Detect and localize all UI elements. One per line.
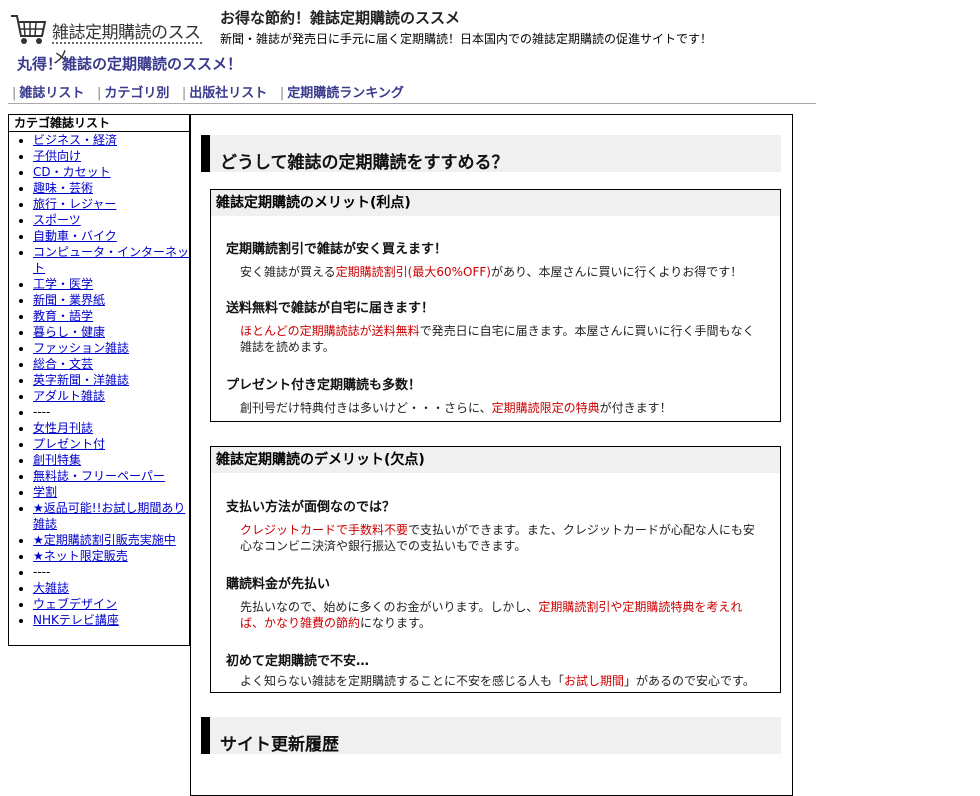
category-list-item: ウェブデザイン (33, 596, 189, 612)
category-list-item: 子供向け (33, 148, 189, 164)
sidebar-heading: カテゴ雑誌リスト (9, 115, 189, 132)
category-link[interactable]: 無料誌・フリーペーパー (33, 469, 165, 483)
category-list-item: 趣味・芸術 (33, 180, 189, 196)
category-list-item: 総合・文芸 (33, 356, 189, 372)
category-list-item: 教育・語学 (33, 308, 189, 324)
category-link[interactable]: 新聞・業界紙 (33, 293, 105, 307)
demerit-item-body: 先払いなので、始めに多くのお金がいります。しかし、定期購読割引や定期購読特典を考… (240, 600, 743, 630)
category-list-item: CD・カセット (33, 164, 189, 180)
category-list-item: ビジネス・経済 (33, 132, 189, 148)
merit-title: 雑誌定期購読のメリット(利点) (211, 190, 780, 216)
category-link[interactable]: ビジネス・経済 (33, 133, 117, 147)
category-list: ビジネス・経済子供向け CD・カセット趣味・芸術旅行・レジャースポーツ自動車・バイ… (9, 132, 189, 628)
category-list-item: 創刊特集 (33, 452, 189, 468)
category-link[interactable]: CD・カセット (33, 165, 111, 179)
category-link[interactable]: 教育・語学 (33, 309, 93, 323)
demerit-item-body: よく知らない雑誌を定期購読することに不安を感じる人も「お試し期間」があるので安心… (240, 674, 755, 688)
demerit-item-title: 購読料金が先払い (226, 577, 331, 592)
category-list-item: 工学・医学 (33, 276, 189, 292)
category-link[interactable]: 工学・医学 (33, 277, 93, 291)
category-list-item: 英字新聞・洋雑誌 (33, 372, 189, 388)
category-link[interactable]: 創刊特集 (33, 453, 81, 467)
demerit-item-title: 支払い方法が面倒なのでは？ (226, 500, 396, 515)
category-link[interactable]: 自動車・バイク (33, 229, 117, 243)
category-link[interactable]: 英字新聞・洋雑誌 (33, 373, 129, 387)
category-link[interactable]: アダルト雑誌 (33, 389, 105, 403)
category-link[interactable]: 暮らし・健康 (33, 325, 105, 339)
category-link[interactable]: ★返品可能!!お試し期間あり雑誌 (33, 501, 185, 531)
category-list-item: ---- (33, 564, 189, 580)
category-list-item: 無料誌・フリーペーパー (33, 468, 189, 484)
category-list-item: 学割 (33, 484, 189, 500)
category-link[interactable]: 大雑誌 (33, 581, 69, 595)
category-link[interactable]: 旅行・レジャー (33, 197, 116, 211)
merit-item-title: 送料無料で雑誌が自宅に届きます！ (226, 301, 435, 316)
section-heading-updates: サイト更新履歴 (201, 717, 781, 755)
category-list-item: 女性月刊誌 (33, 420, 189, 436)
category-link[interactable]: ファッション雑誌 (33, 341, 129, 355)
section-title: サイト更新履歴 (220, 735, 339, 755)
tagline: お得な節約！雑誌定期購読のススメ (220, 9, 461, 27)
category-link[interactable]: ウェブデザイン (33, 597, 117, 611)
sub-tagline: 新聞・雑誌が発売日に手元に届く定期購読！日本国内での雑誌定期購読の促進サイトです… (220, 32, 713, 46)
merit-item-body: 安く雑誌が買える定期購読割引(最大60%OFF)があり、本屋さんに買いに行くより… (240, 265, 743, 279)
category-link[interactable]: 女性月刊誌 (33, 421, 93, 435)
shopping-cart-icon (11, 15, 47, 44)
site-logo[interactable]: 雑誌定期購読のススメ (10, 10, 210, 68)
category-list-item: 大雑誌 (33, 580, 189, 596)
category-link[interactable]: スポーツ (33, 213, 81, 227)
category-link[interactable]: ★ネット限定販売 (33, 549, 128, 563)
main-nav: | 雑誌リスト | カテゴリ別 | 出版社リスト | 定期購読ランキング (12, 86, 404, 101)
category-link[interactable]: 趣味・芸術 (33, 181, 93, 195)
category-list-item: スポーツ (33, 212, 189, 228)
category-link[interactable]: 総合・文芸 (33, 357, 93, 371)
category-list-item: ★ネット限定販売 (33, 548, 189, 564)
main-content: どうして雑誌の定期購読をすすめる？ 雑誌定期購読のメリット(利点) 定期購読割引… (190, 114, 793, 796)
category-link[interactable]: プレゼント付 (33, 437, 105, 451)
section-title: どうして雑誌の定期購読をすすめる？ (220, 153, 509, 173)
section-heading-why: どうして雑誌の定期購読をすすめる？ (201, 135, 781, 173)
category-link[interactable]: コンピュータ・インターネット (33, 245, 189, 275)
category-list-item: プレゼント付 (33, 436, 189, 452)
category-link[interactable]: NHKテレビ講座 (33, 613, 119, 627)
header: 雑誌定期購読のススメ お得な節約！雑誌定期購読のススメ 新聞・雑誌が発売日に手元… (0, 0, 980, 110)
merit-item-title: プレゼント付き定期購読も多数！ (226, 378, 422, 393)
nav-by-category[interactable]: カテゴリ別 (104, 86, 169, 101)
site-title: 丸得！雑誌の定期購読のススメ！ (17, 55, 243, 73)
category-list-item: NHKテレビ講座 (33, 612, 189, 628)
category-list-item: コンピュータ・インターネット (33, 244, 189, 276)
demerit-box: 雑誌定期購読のデメリット(欠点) 支払い方法が面倒なのでは？ クレジットカードで… (210, 446, 781, 693)
nav-divider (8, 103, 816, 104)
merit-item-body: 創刊号だけ特典付きは多いけど・・・さらに、定期購読限定の特典が付きます！ (240, 401, 672, 415)
category-list-item: アダルト雑誌 (33, 388, 189, 404)
nav-magazine-list[interactable]: 雑誌リスト (19, 86, 84, 101)
category-list-item: ★定期購読割引販売実施中 (33, 532, 189, 548)
category-list-item: 暮らし・健康 (33, 324, 189, 340)
category-link[interactable]: 子供向け (33, 149, 81, 163)
demerit-item-title: 初めて定期購読で不安… (226, 654, 370, 669)
merit-box: 雑誌定期購読のメリット(利点) 定期購読割引で雑誌が安く買えます！ 安く雑誌が買… (210, 189, 781, 422)
category-list-item: ★返品可能!!お試し期間あり雑誌 (33, 500, 189, 532)
nav-publisher-list[interactable]: 出版社リスト (189, 86, 267, 101)
category-list-item: 新聞・業界紙 (33, 292, 189, 308)
nav-ranking[interactable]: 定期購読ランキング (287, 86, 404, 101)
category-link[interactable]: ★定期購読割引販売実施中 (33, 533, 176, 547)
merit-item-title: 定期購読割引で雑誌が安く買えます！ (226, 242, 448, 257)
category-list-item: ---- (33, 404, 189, 420)
category-list-item: 旅行・レジャー (33, 196, 189, 212)
merit-item-body: ほとんどの定期購読誌が送料無料で発売日に自宅に届きます。本屋さんに買いに行く手間… (240, 324, 755, 354)
category-link[interactable]: 学割 (33, 485, 57, 499)
demerit-item-body: クレジットカードで手数料不要で支払いができます。また、クレジットカードが心配な人… (240, 523, 755, 553)
category-list-item: 自動車・バイク (33, 228, 189, 244)
category-list-item: ファッション雑誌 (33, 340, 189, 356)
sidebar: カテゴ雑誌リスト ビジネス・経済子供向け CD・カセット趣味・芸術旅行・レジャース… (8, 114, 190, 646)
demerit-title: 雑誌定期購読のデメリット(欠点) (211, 447, 780, 473)
logo-dotted-line (52, 42, 202, 44)
